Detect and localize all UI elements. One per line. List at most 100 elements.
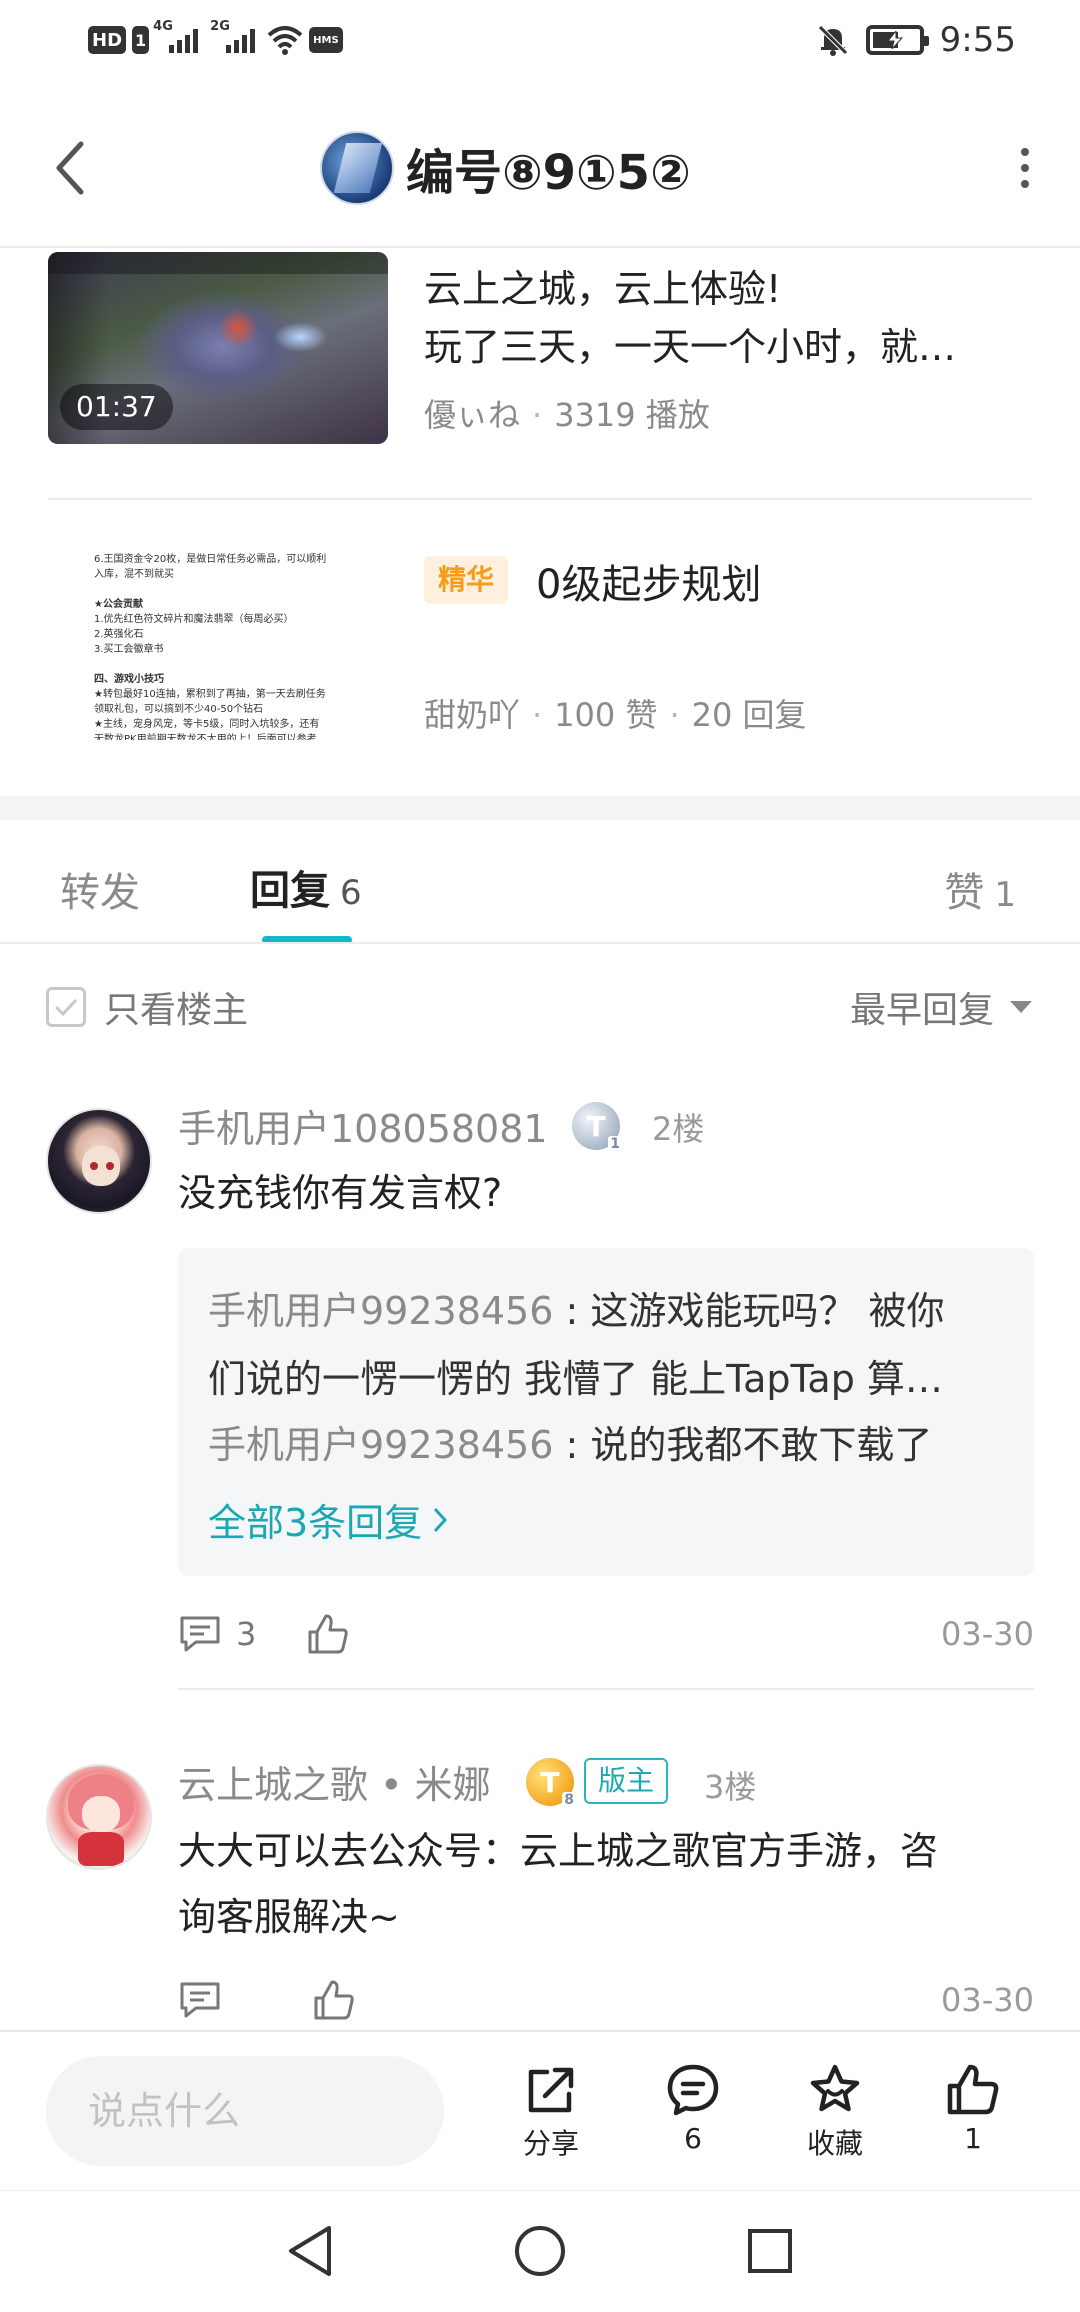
post-thumbnail[interactable]: 6.王国资金令20枚，是做日常任务必需品，可以顺利 入库，混不到就买 ★公会贡献 1… (68, 540, 388, 740)
tab-like-count: 1 (994, 875, 1016, 915)
comment-date: 03-30 (941, 1981, 1034, 2019)
hms-icon: HMS (309, 27, 343, 53)
system-nav-bar (0, 2190, 1080, 2312)
tabs-divider (0, 942, 1080, 944)
level-badge-icon: T 8 (526, 1758, 576, 1808)
thumbnail-text-line: 3.买工会徽章书 (94, 644, 164, 655)
related-video-card[interactable]: 01:37 云上之城，云上体验! 玩了三天，一天一个小时，就… 優ぃね · 3319… (48, 252, 1048, 452)
only-op-toggle[interactable]: 只看楼主 (46, 982, 248, 1032)
sort-dropdown[interactable]: 最早回复 (850, 982, 1032, 1032)
comment-date: 03-30 (941, 1615, 1034, 1653)
comment-input-box[interactable] (46, 2056, 444, 2166)
thumbnail-text-line: 领取礼包，可以搞到不少40-50个钻石 (94, 704, 264, 715)
level-badge-icon: T 1 (572, 1102, 622, 1152)
video-thumbnail[interactable]: 01:37 (48, 252, 388, 444)
sub-reply[interactable]: 手机用户99238456 : 说的我都不敢下载了 (208, 1420, 1008, 1470)
comment-divider (178, 1688, 1034, 1690)
nav-back-button[interactable] (280, 2221, 340, 2281)
video-duration: 01:37 (60, 384, 173, 430)
author-avatar[interactable] (320, 131, 394, 205)
tab-reply-count: 6 (340, 873, 362, 913)
chevron-left-icon (56, 141, 84, 195)
comment-username[interactable]: 云上城之歌 • 米娜 (178, 1754, 491, 1809)
tab-reply-label: 回复 (250, 868, 330, 914)
thumbnail-text-line (94, 657, 372, 672)
share-label: 分享 (522, 2127, 579, 2160)
comment-actions: 03-30 (178, 1970, 1034, 2030)
level-letter: T (540, 1765, 560, 1799)
thumbnail-text-line: ★转包最好10连抽，累积到了再抽，第一天去刷任务 (94, 689, 326, 700)
thumbnail-text-line: ★公会贡献 (94, 599, 143, 610)
tab-like[interactable]: 赞1 (944, 860, 1016, 918)
thumbnail-text-line: ★主线，宠身风宠，等卡5级，同时入坑较多，还有 (94, 719, 320, 730)
sub-replies-box[interactable]: 手机用户99238456 : 这游戏能玩吗？ 被你 们说的一愣一愣的 我懵了 能… (178, 1248, 1034, 1576)
level-letter: T (586, 1109, 606, 1143)
thumbnail-text-line: 2.英强化石 (94, 629, 144, 640)
thumbs-up-icon (308, 1614, 349, 1654)
title-group[interactable]: 编号⑧9①5② (320, 126, 691, 210)
triangle-back-icon (289, 2226, 331, 2276)
comment-text: 没充钱你有发言权? (178, 1171, 503, 1215)
related-post-card[interactable]: 6.王国资金令20枚，是做日常任务必需品，可以顺利 入库，混不到就买 ★公会贡献 1… (48, 530, 1048, 750)
nav-home-button[interactable] (510, 2221, 570, 2281)
level-number: 1 (608, 1136, 622, 1152)
wifi-icon (267, 26, 303, 55)
sub-reply-user[interactable]: 手机用户99238456 (208, 1289, 553, 1333)
comment-text-line1: 大大可以去公众号：云上城之歌官方手游，咨 (178, 1829, 939, 1873)
video-title-line1: 云上之城，云上体验! (424, 267, 782, 311)
all-replies-link[interactable]: 全部3条回复 (208, 1492, 448, 1547)
more-dot-icon (1021, 164, 1029, 172)
like-button[interactable]: 1 (918, 2062, 1028, 2172)
comment-bubble-icon (667, 2064, 719, 2116)
hd-icon: HD (88, 26, 127, 54)
sub-reply-continued[interactable]: 们说的一愣一愣的 我懵了 能上TapTap 算… (208, 1354, 1008, 1404)
status-bar: HD 1 4G 2G HMS 9:55 (0, 0, 1080, 80)
floor-number: 3楼 (704, 1768, 757, 1806)
share-button[interactable]: 分享 (496, 2062, 606, 2172)
tab-forward[interactable]: 转发 (60, 860, 140, 918)
tab-reply[interactable]: 回复 6 (250, 858, 362, 916)
sub-reply-separator: : (553, 1289, 591, 1333)
reply-action[interactable] (178, 1980, 222, 2020)
tab-bar: 转发 回复 6 赞1 (0, 820, 1080, 944)
bottom-action-bar: 分享 6 收藏 1 (0, 2030, 1080, 2190)
thumbnail-text-line: 四、游戏小技巧 (94, 674, 164, 685)
only-op-checkbox[interactable] (46, 987, 86, 1027)
like-action[interactable] (306, 1612, 350, 1656)
thumbnail-text-line: 入库，混不到就买 (94, 569, 174, 580)
sub-reply-text: 说的我都不敢下载了 (590, 1423, 933, 1467)
comment-username[interactable]: 手机用户108058081 (178, 1098, 548, 1153)
sub-reply[interactable]: 手机用户99238456 : 这游戏能玩吗？ 被你 (208, 1286, 1008, 1336)
status-icons-right: 9:55 (816, 16, 1016, 64)
video-author: 優ぃね (424, 396, 521, 434)
section-gap (0, 796, 1080, 820)
more-options-button[interactable] (1010, 138, 1040, 198)
sim-icon: 1 (132, 26, 150, 54)
signal-4g-label: 4G (153, 19, 173, 34)
thumbnail-text-line: 1.优先红色符文碎片和魔法翡翠（每周必买） (94, 614, 294, 625)
favorite-label: 收藏 (806, 2127, 863, 2160)
post-meta: 甜奶吖 · 100 赞 · 20 回复 (424, 696, 807, 734)
sub-reply-user[interactable]: 手机用户99238456 (208, 1423, 553, 1467)
status-icons-left: HD 1 4G 2G HMS (88, 18, 343, 62)
nav-recents-button[interactable] (740, 2221, 800, 2281)
comment-input[interactable] (46, 2056, 444, 2166)
video-meta: 優ぃね · 3319 播放 (424, 396, 710, 434)
back-button[interactable] (40, 128, 100, 208)
comment-avatar[interactable] (46, 1764, 152, 1870)
chevron-right-icon (434, 1507, 448, 1532)
more-dot-icon (1021, 148, 1029, 156)
post-likes: 100 赞 (554, 696, 658, 734)
favorite-button[interactable]: 收藏 (780, 2062, 890, 2172)
comment-text-line2: 询客服解决~ (178, 1895, 400, 1939)
reply-action[interactable]: 3 (178, 1614, 256, 1654)
comments-button[interactable]: 6 (638, 2062, 748, 2172)
comment-avatar[interactable] (46, 1108, 152, 1214)
post-title: 0级起步规划 (536, 562, 762, 608)
sub-reply-text: 们说的一愣一愣的 我懵了 能上TapTap 算… (208, 1357, 943, 1401)
post-author: 甜奶吖 (424, 696, 521, 734)
comment-actions: 3 03-30 (178, 1604, 1034, 1664)
like-action[interactable] (312, 1978, 356, 2022)
bell-off-icon (817, 25, 848, 56)
battery-icon (865, 25, 929, 55)
